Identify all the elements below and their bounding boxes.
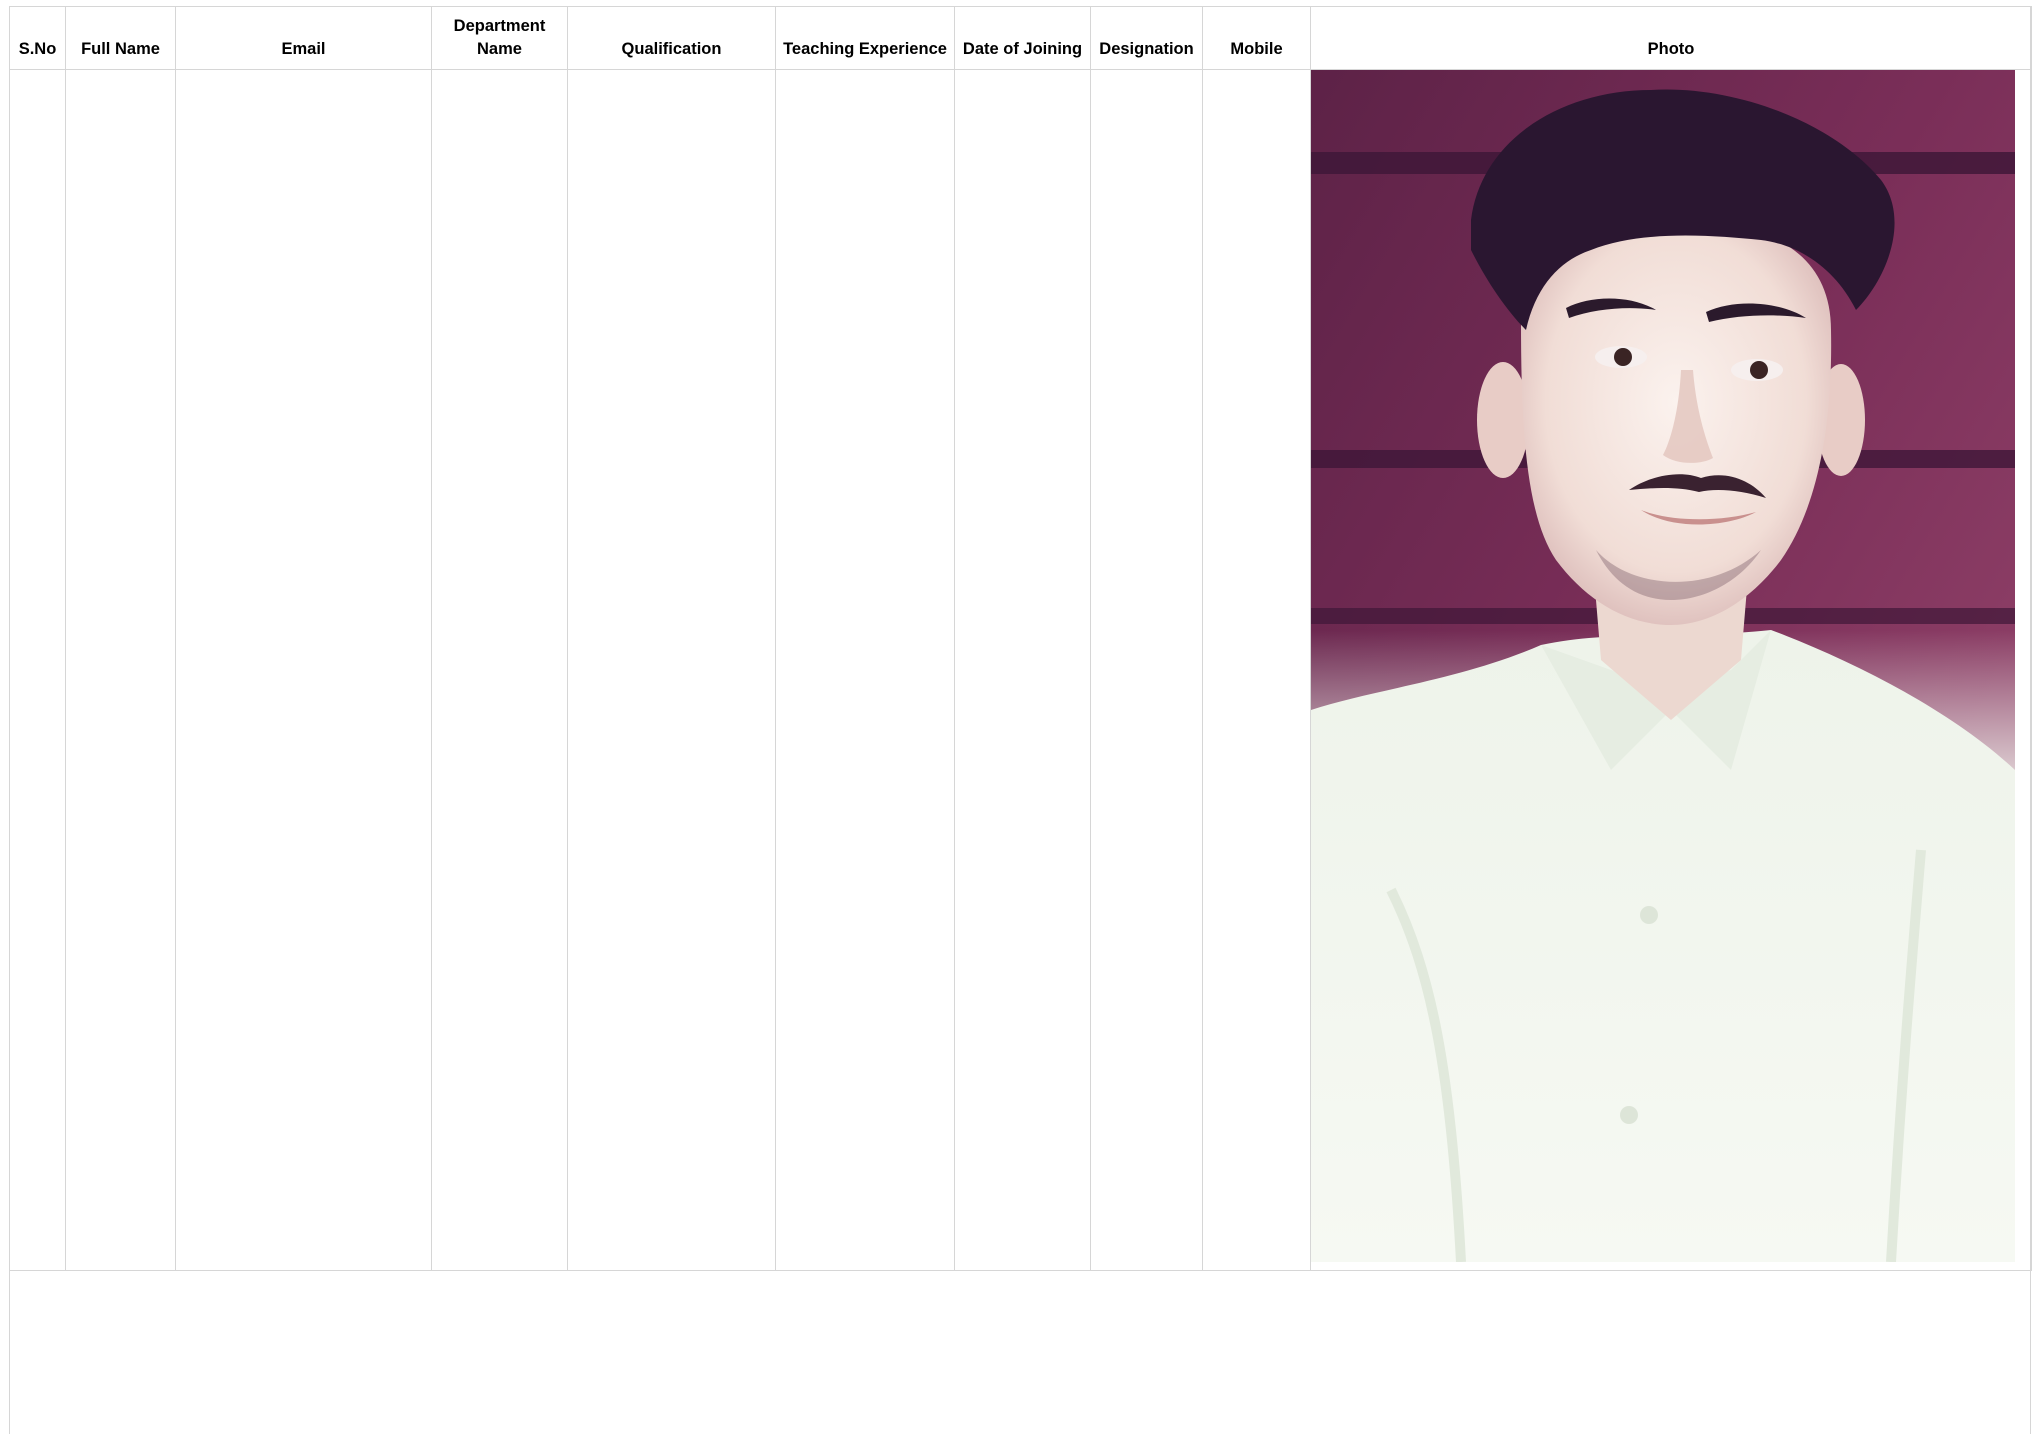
header-mobile: Mobile (1202, 6, 1311, 70)
cell-sno (9, 69, 66, 1271)
header-department-line1: Department (453, 17, 546, 35)
cell-qualification (567, 69, 776, 1271)
header-sno: S.No (9, 6, 66, 70)
cell-photo (1310, 69, 2032, 1271)
cell-email (175, 69, 432, 1271)
header-email: Email (175, 6, 432, 70)
header-teaching-experience: Teaching Experience (775, 6, 955, 70)
cell-designation (1090, 69, 1203, 1271)
header-designation: Designation (1090, 6, 1203, 70)
header-department-line2: Name (477, 40, 522, 58)
table-body (9, 69, 2032, 1271)
table-header: S.No Full Name Email Department Name Qual… (9, 6, 2032, 70)
header-department-name: Department Name (431, 6, 568, 70)
cell-department-name (431, 69, 568, 1271)
header-date-of-joining: Date of Joining (954, 6, 1091, 70)
cell-date-of-joining (954, 69, 1091, 1271)
cell-full-name (65, 69, 176, 1271)
header-qualification: Qualification (567, 6, 776, 70)
cell-teaching-experience (775, 69, 955, 1271)
header-row: S.No Full Name Email Department Name Qual… (9, 6, 2032, 70)
cell-mobile (1202, 69, 1311, 1271)
portrait-photo (1311, 70, 2015, 1262)
header-full-name: Full Name (65, 6, 176, 70)
header-photo: Photo (1310, 6, 2032, 70)
table-row (9, 69, 2032, 1271)
faculty-table: S.No Full Name Email Department Name Qual… (9, 6, 2032, 1271)
